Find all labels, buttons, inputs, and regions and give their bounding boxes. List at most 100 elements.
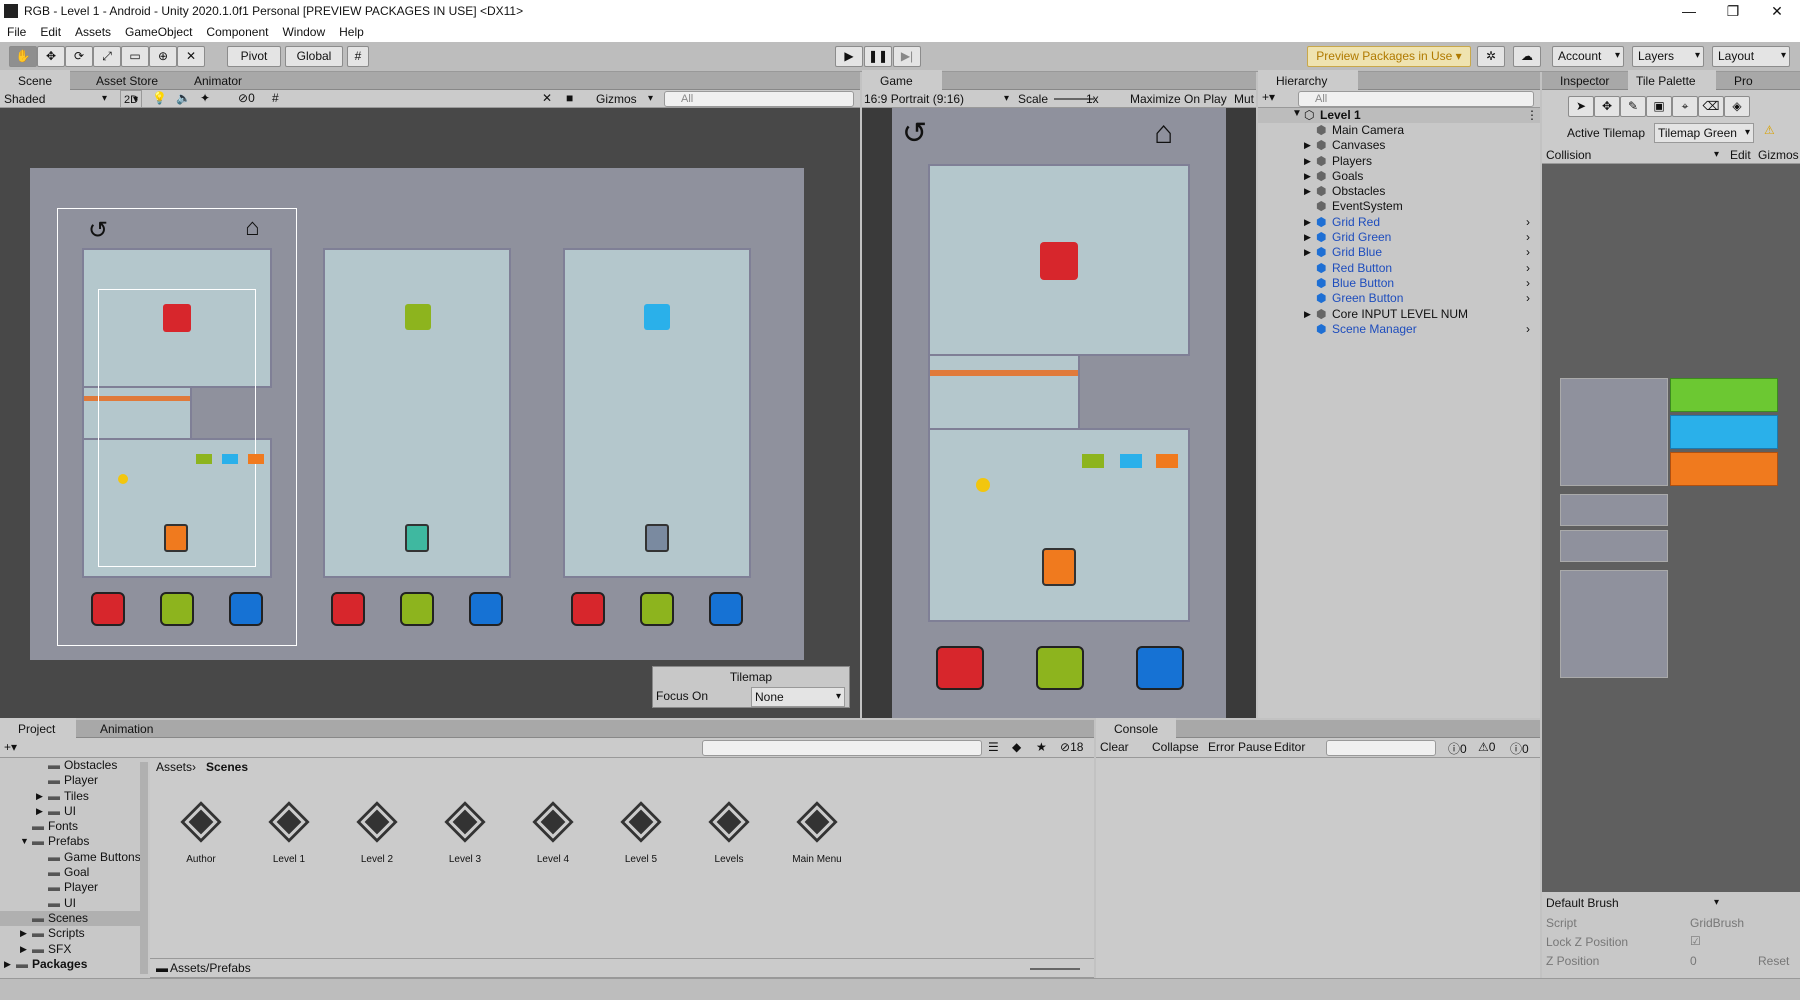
tile-floor-4[interactable] xyxy=(1560,570,1668,678)
grid-snap-icon[interactable]: # xyxy=(347,46,369,67)
brush-dropdown[interactable]: Default Brush xyxy=(1546,894,1722,912)
tree-arrow-icon[interactable]: ▶ xyxy=(20,926,27,941)
tab-asset-store[interactable]: Asset Store xyxy=(78,70,178,92)
asset-item[interactable]: ◈ Level 4 xyxy=(518,786,588,886)
audio-icon[interactable]: 🔈 xyxy=(176,91,191,105)
expand-arrow-icon[interactable]: ▶ xyxy=(1304,245,1311,260)
prefab-chevron-icon[interactable]: › xyxy=(1526,276,1530,291)
console-editor-dropdown[interactable]: Editor xyxy=(1274,740,1305,754)
hierarchy-item[interactable]: ▶ ⬢ Obstacles xyxy=(1304,184,1540,199)
expand-arrow-icon[interactable]: ▶ xyxy=(1304,307,1311,322)
project-tree-item[interactable]: ▶ ▬ SFX xyxy=(0,942,140,957)
tab-profiler[interactable]: Pro xyxy=(1716,70,1776,92)
grid-icon[interactable]: # xyxy=(272,91,279,105)
filter-label-icon[interactable]: ◆ xyxy=(1012,740,1021,754)
project-tree-item[interactable]: ▬ UI xyxy=(0,896,140,911)
warn-count[interactable]: ⚠0 xyxy=(1478,740,1495,754)
hidden-packages-icon[interactable]: ⊘18 xyxy=(1060,740,1083,754)
step-button[interactable]: ▶| xyxy=(893,46,921,67)
z-position-field[interactable]: 0 xyxy=(1690,954,1697,968)
tab-console[interactable]: Console xyxy=(1096,718,1176,740)
project-tree-item[interactable]: ▶ ▬ Tiles xyxy=(0,789,140,804)
menu-help[interactable]: Help xyxy=(332,25,371,39)
prefab-chevron-icon[interactable]: › xyxy=(1526,230,1530,245)
tab-scene[interactable]: Scene xyxy=(0,70,70,92)
hierarchy-search-input[interactable]: All xyxy=(1298,91,1534,107)
hierarchy-item[interactable]: ⬢ Green Button › xyxy=(1304,291,1540,306)
tree-arrow-icon[interactable]: ▶ xyxy=(36,789,43,804)
account-dropdown[interactable]: Account xyxy=(1552,46,1624,67)
effects-icon[interactable]: ✦ xyxy=(200,91,210,105)
project-tree-item[interactable]: ▬ Goal xyxy=(0,865,140,880)
info-count[interactable]: ⓘ0 xyxy=(1448,740,1467,757)
eraser-icon[interactable]: ⌫ xyxy=(1698,96,1724,117)
hand-tool-icon[interactable]: ✋ xyxy=(9,46,37,67)
asset-item[interactable]: ◈ Level 5 xyxy=(606,786,676,886)
move-tool-icon[interactable]: ✥ xyxy=(37,46,65,67)
prefab-chevron-icon[interactable]: › xyxy=(1526,215,1530,230)
asset-item[interactable]: ◈ Level 1 xyxy=(254,786,324,886)
tab-hierarchy[interactable]: Hierarchy xyxy=(1258,70,1358,92)
palette-edit-button[interactable]: Edit xyxy=(1730,148,1751,162)
close-button[interactable]: ✕ xyxy=(1754,0,1800,22)
project-add-icon[interactable]: +▾ xyxy=(4,740,17,754)
prefab-chevron-icon[interactable]: › xyxy=(1526,261,1530,276)
asset-item[interactable]: ◈ Levels xyxy=(694,786,764,886)
hierarchy-item[interactable]: ⬢ Main Camera xyxy=(1304,123,1540,138)
game-view[interactable]: ↺ ⌂ xyxy=(862,108,1256,718)
aspect-dropdown[interactable]: 16:9 Portrait (9:16) xyxy=(864,90,1012,108)
gizmos-dropdown[interactable]: Gizmos xyxy=(596,90,656,108)
expand-arrow-icon[interactable]: ▶ xyxy=(1304,215,1311,230)
tab-inspector[interactable]: Inspector xyxy=(1542,70,1628,92)
tree-arrow-icon[interactable]: ▶ xyxy=(36,804,43,819)
collab-icon[interactable]: ✲ xyxy=(1477,46,1505,67)
expand-arrow-icon[interactable]: ▶ xyxy=(1304,230,1311,245)
tile-floor[interactable] xyxy=(1560,378,1668,486)
tab-animator[interactable]: Animator xyxy=(176,70,276,92)
project-tree-item[interactable]: ▬ Obstacles xyxy=(0,758,140,773)
tile-blue[interactable] xyxy=(1670,415,1778,449)
focus-on-dropdown[interactable]: None xyxy=(751,687,845,707)
hierarchy-root-row[interactable]: ▼ ⬡ Level 1 ⋮ xyxy=(1258,108,1540,123)
camera-icon[interactable]: ■ xyxy=(566,91,573,105)
cloud-icon[interactable]: ☁ xyxy=(1513,46,1541,67)
collapse-arrow-icon[interactable]: ▼ xyxy=(1292,108,1302,119)
tab-tile-palette[interactable]: Tile Palette xyxy=(1628,70,1716,92)
move-tile-icon[interactable]: ✥ xyxy=(1594,96,1620,117)
lock-z-checkbox[interactable]: ☑ xyxy=(1690,934,1701,948)
menu-file[interactable]: File xyxy=(0,25,33,39)
tree-arrow-icon[interactable]: ▶ xyxy=(20,942,27,957)
palette-grid[interactable] xyxy=(1542,164,1800,892)
paint-tool-icon[interactable]: ✎ xyxy=(1620,96,1646,117)
menu-edit[interactable]: Edit xyxy=(33,25,68,39)
menu-assets[interactable]: Assets xyxy=(68,25,118,39)
tile-floor-2[interactable] xyxy=(1560,494,1668,526)
favorite-icon[interactable]: ★ xyxy=(1036,740,1047,754)
lighting-icon[interactable]: 💡 xyxy=(152,91,167,105)
expand-arrow-icon[interactable]: ▶ xyxy=(1304,184,1311,199)
hierarchy-item[interactable]: ▶ ⬢ Core INPUT LEVEL NUM xyxy=(1304,307,1540,322)
shading-dropdown[interactable]: Shaded xyxy=(4,90,110,108)
error-count[interactable]: ⓘ0 xyxy=(1510,740,1529,757)
reset-button[interactable]: Reset xyxy=(1758,954,1789,968)
scene-search-input[interactable]: All xyxy=(664,91,854,107)
icon-size-slider[interactable] xyxy=(1030,968,1080,970)
scene-view[interactable]: ↺ ⌂ Tilemap Focus On None xyxy=(0,108,860,718)
palette-dropdown[interactable]: Collision xyxy=(1546,146,1722,164)
layout-dropdown[interactable]: Layout xyxy=(1712,46,1790,67)
breadcrumb-scenes[interactable]: Scenes xyxy=(206,760,248,774)
tab-animation[interactable]: Animation xyxy=(82,718,182,740)
project-tree-item[interactable]: ▬ Player xyxy=(0,773,140,788)
breadcrumb-assets[interactable]: Assets xyxy=(156,760,192,774)
picker-icon[interactable]: ⌖ xyxy=(1672,96,1698,117)
active-tilemap-dropdown[interactable]: Tilemap Green xyxy=(1654,123,1754,143)
custom-tool-icon[interactable]: ✕ xyxy=(177,46,205,67)
expand-arrow-icon[interactable]: ▶ xyxy=(1304,169,1311,184)
flood-fill-icon[interactable]: ◈ xyxy=(1724,96,1750,117)
asset-item[interactable]: ◈ Author xyxy=(166,786,236,886)
hierarchy-item[interactable]: ▶ ⬢ Canvases xyxy=(1304,138,1540,153)
2d-toggle[interactable]: 2D xyxy=(120,90,142,110)
rotate-tool-icon[interactable]: ⟳ xyxy=(65,46,93,67)
maximize-on-play-toggle[interactable]: Maximize On Play xyxy=(1130,92,1227,106)
project-tree-item[interactable]: ▶ ▬ UI xyxy=(0,804,140,819)
